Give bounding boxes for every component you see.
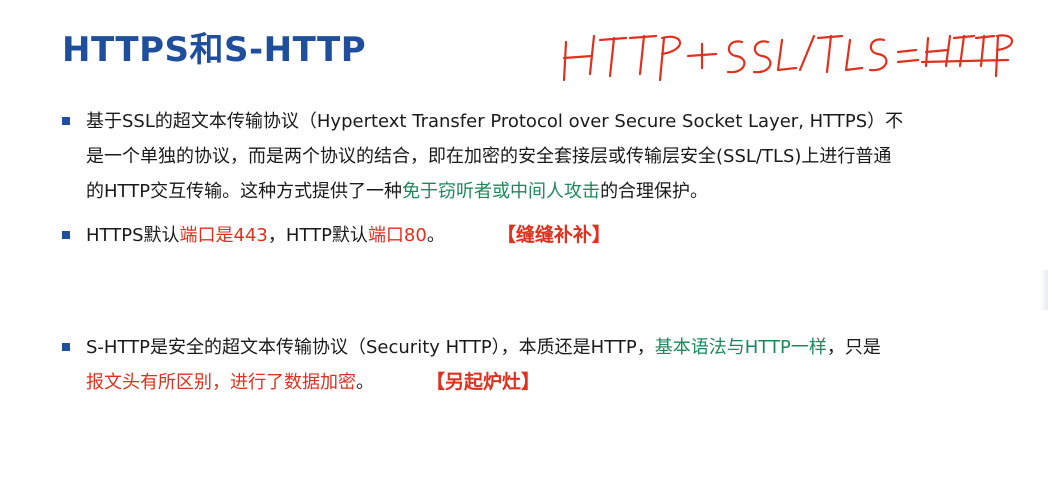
scroll-edge <box>1040 270 1048 310</box>
tag-patch: 【缝缝补补】 <box>496 224 611 246</box>
text-segment: 。 <box>356 372 374 393</box>
slide-title: HTTPS和S-HTTP <box>62 30 367 70</box>
text-segment: 的HTTP交互传输。这种方式提供了一种 <box>86 181 403 202</box>
text-line: S-HTTP是安全的超文本传输协议（Security HTTP），本质还是HTT… <box>86 330 1002 365</box>
bullet-text: 基于SSL的超文本传输协议（Hypertext Transfer Protoco… <box>86 104 1002 209</box>
bullet-marker <box>62 231 70 239</box>
bullet-marker <box>62 343 70 351</box>
text-segment: ，只是 <box>826 337 881 358</box>
text-line: 的HTTP交互传输。这种方式提供了一种免于窃听者或中间人攻击的合理保护。 <box>86 174 1002 209</box>
tag-new-start: 【另起炉灶】 <box>426 371 541 393</box>
text-line: 基于SSL的超文本传输协议（Hypertext Transfer Protoco… <box>86 111 904 132</box>
text-segment: S-HTTP是安全的超文本传输协议（Security HTTP），本质还是HTT… <box>86 337 655 358</box>
highlight-red: 端口是443 <box>179 225 268 246</box>
bullet-text: S-HTTP是安全的超文本传输协议（Security HTTP），本质还是HTT… <box>86 330 1002 400</box>
text-line: 是一个单独的协议，而是两个协议的结合，即在加密的安全套接层或传输层安全(SSL/… <box>86 146 892 167</box>
text-segment: ，HTTP默认 <box>267 225 368 246</box>
bullet-https-definition: 基于SSL的超文本传输协议（Hypertext Transfer Protoco… <box>62 104 1002 209</box>
highlight-red: 报文头有所区别，进行了数据加密 <box>86 372 356 393</box>
handwritten-annotation <box>562 34 1014 82</box>
text-segment: HTTPS默认 <box>86 225 180 246</box>
text-segment: 的合理保护。 <box>600 181 709 202</box>
bullet-s-http: S-HTTP是安全的超文本传输协议（Security HTTP），本质还是HTT… <box>62 330 1002 400</box>
text-segment: 。 <box>426 225 445 246</box>
bullet-default-ports: HTTPS默认端口是443，HTTP默认端口80。 【缝缝补补】 <box>62 218 1002 253</box>
bullet-text: HTTPS默认端口是443，HTTP默认端口80。 【缝缝补补】 <box>86 218 1002 253</box>
slide: HTTPS和S-HTTP 基于SSL的超文本传输协议（Hypertext Tra… <box>0 0 1048 494</box>
highlight-green: 免于窃听者或中间人攻击 <box>402 181 601 202</box>
bullet-marker <box>62 117 70 125</box>
highlight-green: 基本语法与HTTP一样 <box>654 337 827 358</box>
highlight-red: 端口80 <box>367 225 427 246</box>
text-line: 报文头有所区别，进行了数据加密。 【另起炉灶】 <box>86 365 1002 400</box>
